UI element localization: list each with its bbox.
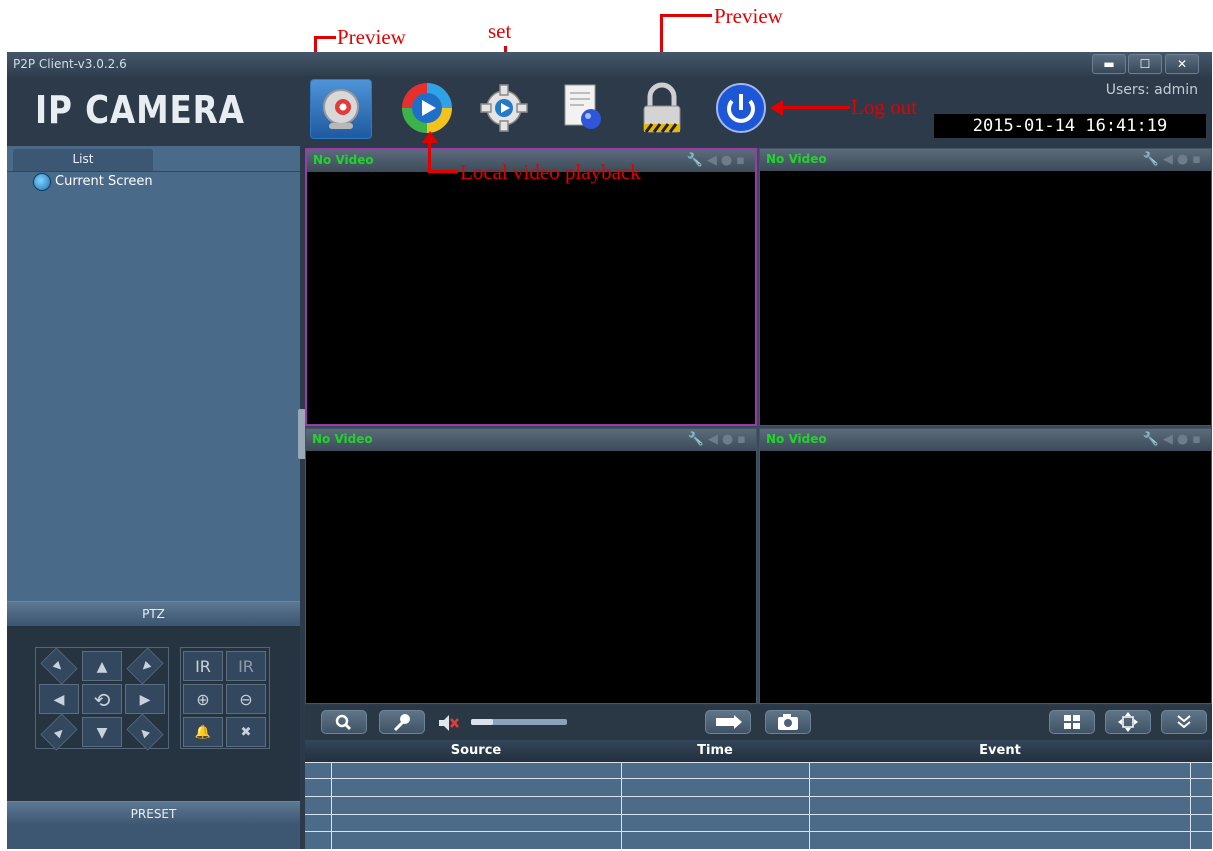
video-pane-4[interactable]: No Video 🔧◀●▪ [759,428,1212,704]
current-user: Users: admin [1105,82,1198,98]
gear-icon [480,84,528,132]
column-divider [621,762,622,849]
chevron-down-icon [1177,715,1191,729]
ir-off-button[interactable]: IR [226,651,266,681]
video-status: No Video [766,152,827,166]
power-icon [716,83,766,133]
ptz-right-button[interactable]: ▶ [125,684,165,714]
ptz-left-button[interactable]: ◀ [39,684,79,714]
datetime-display: 2015-01-14 16:41:19 [934,114,1206,138]
snapshot-button[interactable] [765,710,811,734]
ptz-control-panel: ▶ ▲ ◀ ◀ ⟲ ▶ ▶ ▼ ◀ IR IR ⊕ ⊖ 🔔 ✖ [7,626,300,801]
video-status: No Video [313,153,374,167]
annotation-preview-right: Preview [714,4,783,28]
annotation-line [428,170,458,173]
tab-list[interactable]: List [13,149,153,171]
annotation-arrowhead [422,131,438,143]
device-sidebar: List Current Screen PTZ ▶ ▲ ◀ ◀ ⟲ ▶ ▶ ▼ … [7,146,300,849]
video-grid: No Video 🔧◀●▪ No Video 🔧◀●▪ No Video 🔧◀●… [305,148,1212,704]
table-row [305,814,1212,815]
annotation-line [660,14,712,17]
settings-button[interactable] [474,79,534,137]
app-title: P2P Client-v3.0.2.6 [13,57,127,71]
record-button[interactable] [705,710,751,734]
tree-item-current-screen[interactable]: Current Screen [55,174,153,189]
pane-tool-icons: 🔧◀●▪ [1142,152,1205,167]
fullscreen-button[interactable] [1105,710,1151,734]
ptz-up-button[interactable]: ▲ [82,651,122,681]
video-pane-header: No Video 🔧◀●▪ [760,149,1211,171]
grid-layout-icon [1064,715,1080,729]
preview-button[interactable] [310,79,372,139]
ptz-auto-rotate-button[interactable]: ⟲ [82,684,122,714]
annotation-arrowhead [770,100,783,116]
tab-divider [7,171,300,172]
video-pane-1[interactable]: No Video 🔧◀●▪ [305,148,757,426]
table-row [305,778,1212,779]
talk-button[interactable] [379,710,425,734]
alarm-off-button[interactable]: ✖ [226,717,266,747]
column-source[interactable]: Source [331,743,621,758]
globe-icon [33,173,51,191]
video-pane-header: No Video 🔧◀●▪ [760,429,1211,451]
video-pane-3[interactable]: No Video 🔧◀●▪ [305,428,757,704]
layout-button[interactable] [1049,710,1095,734]
ptz-down-button[interactable]: ▼ [82,717,122,747]
video-pane-2[interactable]: No Video 🔧◀●▪ [759,148,1212,426]
annotation-log-out: Log out [851,95,917,119]
ir-on-button[interactable]: IR [183,651,223,681]
playback-button[interactable] [397,79,457,137]
event-log-table: Source Time Event [305,740,1212,849]
app-logo: IP CAMERA [35,88,245,132]
pane-tool-icons: 🔧◀●▪ [1142,432,1205,447]
ptz-section-header[interactable]: PTZ [7,601,300,626]
column-divider [809,762,810,849]
expand-panel-button[interactable] [1161,710,1207,734]
lock-button[interactable] [632,79,692,137]
record-icon [716,715,742,729]
column-event[interactable]: Event [809,743,1191,758]
lock-icon [643,82,681,133]
minimize-button[interactable]: ▬ [1092,54,1126,74]
annotation-local-playback: Local video playback [460,160,641,184]
video-control-bar [305,706,1212,740]
title-bar: P2P Client-v3.0.2.6 ▬ ☐ ✕ [7,52,1212,76]
table-row [305,762,1212,763]
close-button[interactable]: ✕ [1165,54,1199,74]
annotation-set: set [488,19,512,43]
config-file-button[interactable] [553,79,613,137]
webcam-icon [323,89,359,129]
column-time[interactable]: Time [621,743,809,758]
mute-icon[interactable] [437,714,459,732]
table-row [305,796,1212,797]
column-divider [331,762,332,849]
table-row [305,831,1212,832]
volume-slider-fill [471,719,494,725]
video-status: No Video [766,432,827,446]
play-icon [402,83,452,133]
video-pane-header: No Video 🔧◀●▪ [306,429,756,451]
camera-icon [778,714,798,730]
zoom-button[interactable] [321,710,367,734]
zoom-out-button[interactable]: ⊖ [226,684,266,714]
maximize-button[interactable]: ☐ [1128,54,1162,74]
logout-button[interactable] [711,79,771,137]
annotation-line [782,106,850,109]
video-status: No Video [312,432,373,446]
pane-tool-icons: 🔧◀●▪ [687,432,750,447]
column-divider [1190,762,1191,849]
alarm-on-button[interactable]: 🔔 [183,717,223,747]
event-table-header: Source Time Event [305,740,1212,762]
fullscreen-icon [1118,712,1138,732]
preset-panel [7,826,300,849]
annotation-line [428,140,431,172]
annotation-line [314,36,336,39]
magnifier-icon [335,714,352,731]
zoom-in-button[interactable]: ⊕ [183,684,223,714]
microphone-icon [393,714,410,732]
annotation-preview-left: Preview [337,25,406,49]
document-icon [564,84,601,129]
pane-tool-icons: 🔧◀●▪ [686,153,749,168]
preset-section-header[interactable]: PRESET [7,801,300,826]
